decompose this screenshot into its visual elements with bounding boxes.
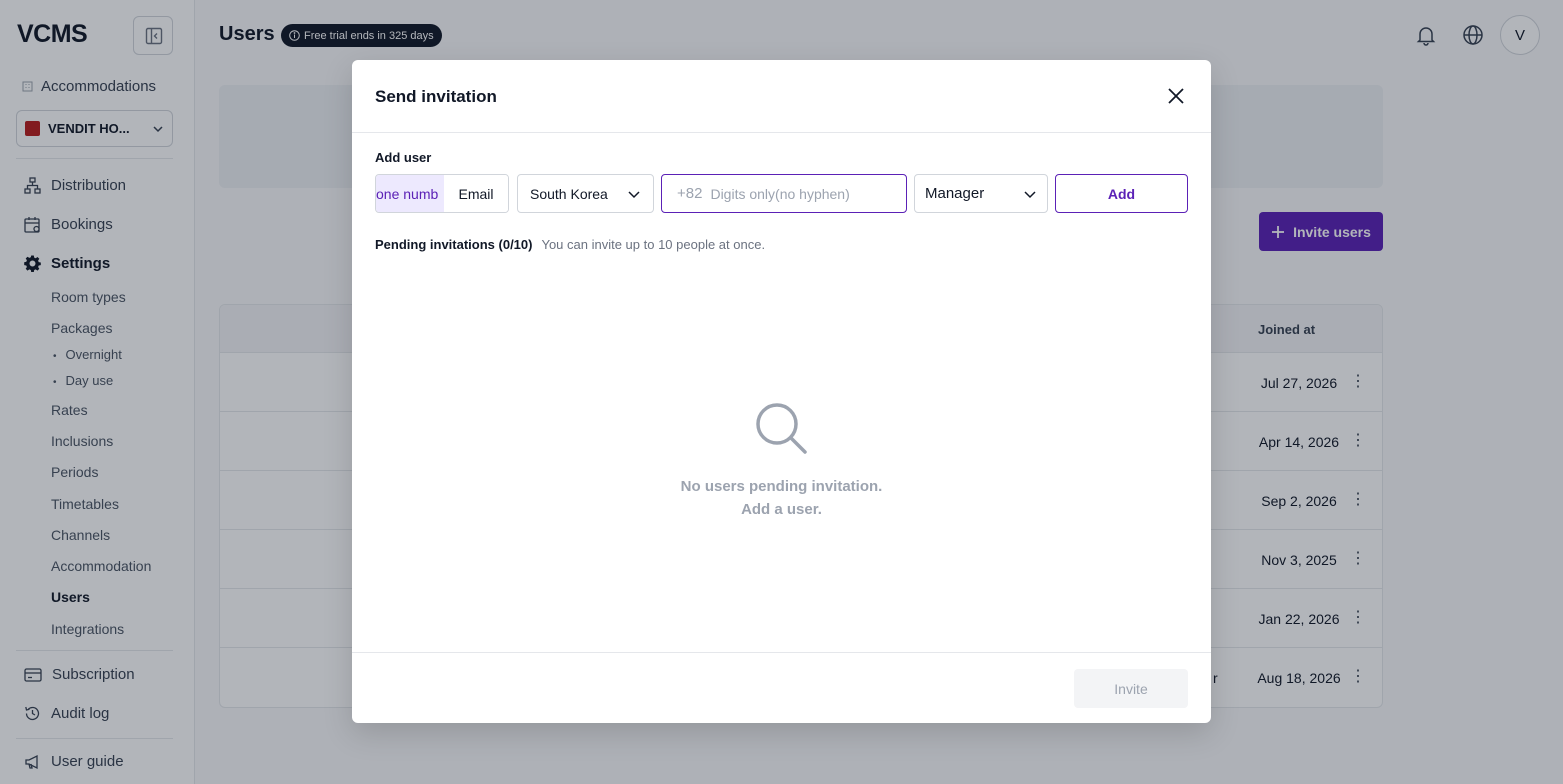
country-value: South Korea (530, 185, 608, 202)
phone-number-field: +82 (661, 174, 907, 213)
add-user-label: Add user (375, 150, 432, 165)
tab-label: Email (458, 185, 494, 202)
pending-hint: You can invite up to 10 people at once. (541, 237, 766, 252)
dialog-title: Send invitation (375, 87, 497, 106)
tab-phone-number[interactable]: one numb (376, 175, 444, 212)
close-button[interactable] (1166, 86, 1186, 106)
role-value: Manager (925, 185, 985, 202)
pending-title: Pending invitations (0/10) (375, 237, 533, 252)
empty-state-title: No users pending invitation. (680, 478, 883, 495)
dialog-divider (352, 132, 1211, 133)
tab-email[interactable]: Email (444, 175, 508, 212)
country-select[interactable]: South Korea (517, 174, 654, 213)
invite-button[interactable]: Invite (1074, 669, 1188, 708)
empty-state-subtitle: Add a user. (741, 501, 822, 518)
chevron-down-icon (628, 190, 640, 198)
phone-number-input[interactable] (710, 185, 881, 202)
tab-label: one numb (376, 185, 439, 202)
add-button[interactable]: Add (1055, 174, 1188, 213)
search-icon (755, 402, 807, 459)
close-icon (1168, 88, 1184, 104)
send-invitation-dialog: Send invitation Add user one numb Email … (352, 60, 1211, 723)
contact-type-toggle: one numb Email (375, 174, 509, 213)
chevron-down-icon (1024, 190, 1036, 198)
role-select[interactable]: Manager (914, 174, 1048, 213)
dialog-divider (352, 652, 1211, 653)
pending-invitations-header: Pending invitations (0/10) You can invit… (375, 237, 765, 252)
dial-code-prefix: +82 (677, 185, 703, 202)
